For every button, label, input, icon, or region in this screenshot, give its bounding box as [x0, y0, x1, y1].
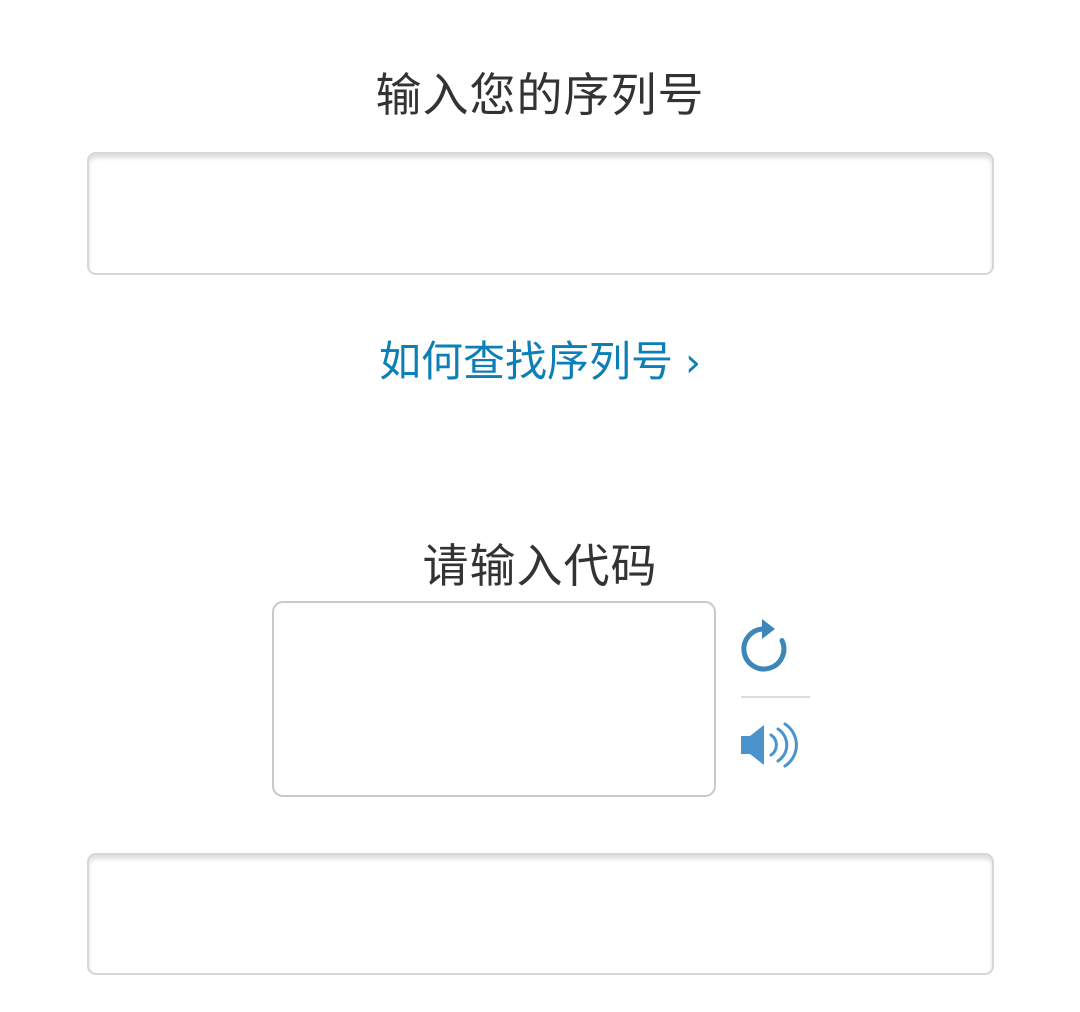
captcha-controls-divider [741, 696, 810, 698]
chevron-right-icon: › [685, 340, 701, 386]
refresh-captcha-button[interactable] [736, 614, 792, 674]
find-serial-number-label: 如何查找序列号 [378, 337, 673, 386]
speaker-icon [741, 722, 798, 768]
find-serial-number-link[interactable]: 如何查找序列号 › [0, 334, 1080, 391]
captcha-title: 请输入代码 [422, 539, 658, 593]
serial-number-input[interactable] [87, 152, 994, 275]
captcha-code-input[interactable] [87, 853, 994, 975]
audio-captcha-button[interactable] [738, 720, 800, 770]
captcha-image [272, 601, 716, 797]
serial-number-title: 输入您的序列号 [375, 68, 705, 122]
refresh-icon [741, 619, 787, 672]
